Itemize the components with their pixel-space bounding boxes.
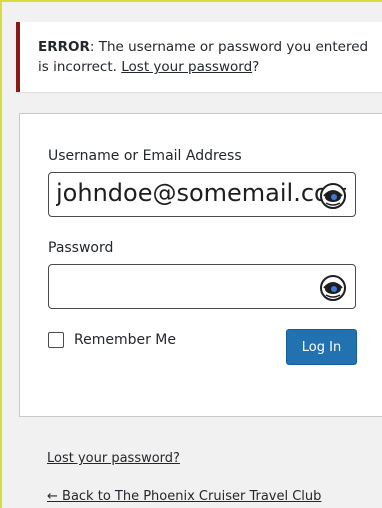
username-value: johndoe@somemail.com bbox=[56, 179, 346, 207]
page-frame: ERROR: The username or password you ente… bbox=[0, 0, 382, 508]
remember-me-label[interactable]: Remember Me bbox=[74, 332, 176, 348]
password-label: Password bbox=[48, 240, 114, 256]
username-input[interactable]: johndoe@somemail.com bbox=[48, 172, 356, 217]
remember-me-row: Remember Me bbox=[48, 332, 176, 348]
error-prefix: ERROR bbox=[38, 39, 90, 55]
lost-password-link[interactable]: Lost your password? bbox=[47, 451, 180, 466]
login-form: Username or Email Address johndoe@somema… bbox=[19, 113, 382, 417]
error-suffix: ? bbox=[252, 59, 260, 75]
password-manager-eye-icon[interactable] bbox=[319, 274, 347, 302]
remember-me-checkbox[interactable] bbox=[48, 332, 64, 348]
log-in-button[interactable]: Log In bbox=[286, 329, 357, 365]
login-error-notice: ERROR: The username or password you ente… bbox=[16, 22, 382, 92]
password-manager-eye-icon[interactable] bbox=[319, 182, 347, 210]
error-lost-password-link[interactable]: Lost your password bbox=[121, 59, 252, 75]
password-input[interactable] bbox=[48, 264, 356, 309]
username-label: Username or Email Address bbox=[48, 148, 242, 164]
back-to-site-link[interactable]: ← Back to The Phoenix Cruiser Travel Clu… bbox=[47, 489, 321, 504]
